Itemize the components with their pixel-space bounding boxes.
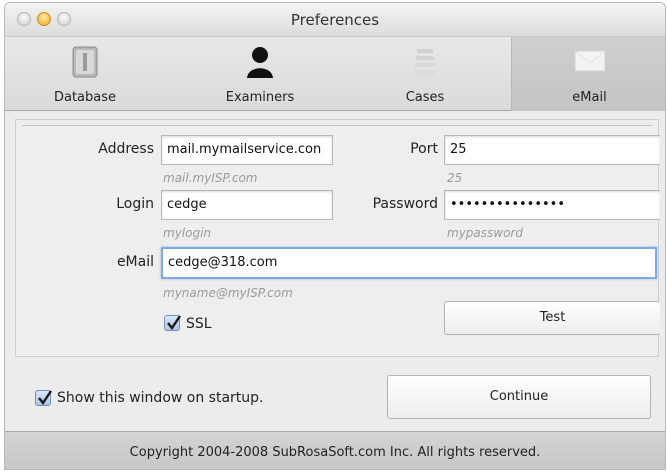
checkmark-icon [167,315,181,331]
copyright-text: Copyright 2004-2008 SubRosaSoft.com Inc.… [129,445,541,460]
login-field[interactable]: cedge [161,190,333,220]
toolbar-item-cases[interactable]: Cases [365,37,485,111]
login-hint: mylogin [163,226,212,240]
port-label: Port [410,141,438,157]
email-label: eMail [116,254,154,270]
address-hint: mail.myISP.com [163,171,258,185]
cases-icon [410,45,440,83]
startup-label: Show this window on startup. [57,390,264,406]
toolbar-item-database[interactable]: Database [25,37,145,111]
database-icon [70,45,100,83]
toolbar-item-email[interactable]: eMail [511,37,665,111]
preferences-window: Preferences Database Examiners Cases eMa… [4,2,666,470]
email-field[interactable]: cedge@318.com [161,247,657,279]
title-bar[interactable]: Preferences [5,3,665,37]
startup-checkbox[interactable] [35,390,52,406]
panel-divider [22,125,652,126]
email-settings-panel: Address mail.mymailservice.con mail.myIS… [15,119,660,357]
window-title: Preferences [290,11,380,29]
ssl-label: SSL [186,316,212,332]
port-hint: 25 [447,171,463,185]
port-field[interactable]: 25 [444,135,660,165]
test-button[interactable]: Test [444,301,660,335]
email-hint: myname@myISP.com [163,286,293,300]
address-label: Address [98,141,154,157]
email-icon [573,45,607,79]
login-label: Login [116,196,154,212]
ssl-checkbox[interactable] [164,315,181,331]
address-field[interactable]: mail.mymailservice.con [161,135,333,165]
toolbar-item-examiners[interactable]: Examiners [195,37,325,111]
footer-bar: Copyright 2004-2008 SubRosaSoft.com Inc.… [5,431,665,469]
person-icon [244,45,276,83]
password-field[interactable]: ••••••••••••••• [444,190,660,220]
preferences-toolbar: Database Examiners Cases eMail [5,37,665,111]
password-hint: mypassword [447,226,523,240]
continue-button[interactable]: Continue [387,375,651,419]
checkmark-icon [38,390,52,406]
password-label: Password [372,196,438,212]
